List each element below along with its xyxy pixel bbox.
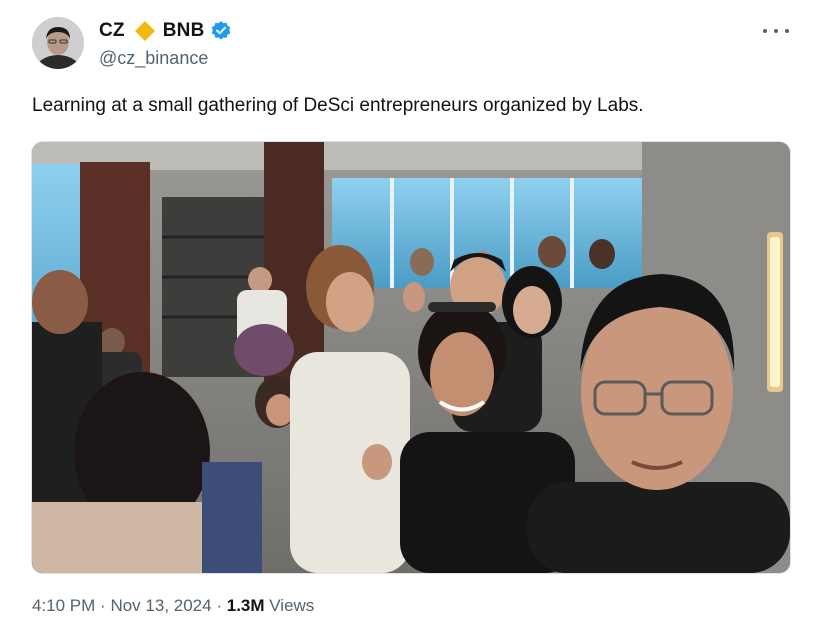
author-name-row[interactable]: CZ BNB	[99, 18, 232, 44]
author-name-part2[interactable]: BNB	[163, 20, 205, 42]
tweet-photo[interactable]	[31, 141, 791, 574]
views-label: Views	[269, 596, 315, 615]
views-count: 1.3M	[226, 596, 265, 615]
more-options-icon[interactable]	[763, 22, 789, 40]
avatar[interactable]	[32, 17, 84, 69]
verified-badge-icon	[210, 20, 232, 42]
author-name-part1[interactable]: CZ	[99, 20, 125, 42]
meta-separator: ·	[216, 596, 222, 615]
bnb-diamond-icon	[134, 20, 156, 42]
tweet-text: Learning at a small gathering of DeSci e…	[32, 95, 644, 116]
tweet-card: CZ BNB @cz_binance Learning at a small g…	[0, 0, 820, 619]
author-handle[interactable]: @cz_binance	[99, 48, 208, 69]
tweet-date[interactable]: Nov 13, 2024	[110, 596, 211, 615]
tweet-meta: 4:10 PM · Nov 13, 2024 · 1.3M Views	[32, 596, 314, 616]
meta-separator: ·	[100, 596, 106, 615]
tweet-time[interactable]: 4:10 PM	[32, 596, 95, 615]
